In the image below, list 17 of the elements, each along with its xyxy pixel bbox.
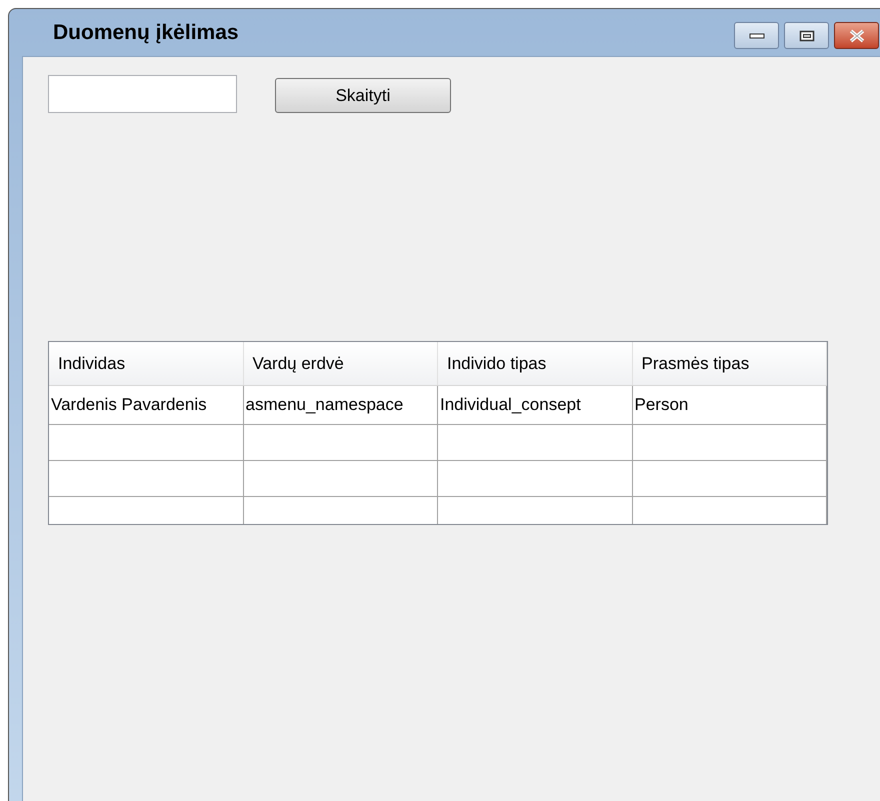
- window-title: Duomenų įkėlimas: [53, 20, 239, 46]
- column-header[interactable]: Individas: [49, 342, 244, 385]
- read-button[interactable]: Skaityti: [275, 78, 451, 113]
- minimize-icon: [748, 32, 764, 38]
- table-cell: Vardenis Pavardenis: [49, 386, 244, 424]
- table-cell: Person: [632, 386, 827, 424]
- column-header[interactable]: Prasmės tipas: [632, 342, 827, 385]
- maximize-icon: [798, 30, 814, 42]
- table-cell: Individual_consept: [438, 386, 632, 424]
- column-header[interactable]: Vardų erdvė: [244, 342, 438, 385]
- column-header[interactable]: Individo tipas: [438, 342, 632, 385]
- input-field[interactable]: [48, 75, 237, 113]
- close-icon: [848, 28, 864, 42]
- close-button[interactable]: [834, 22, 879, 49]
- minimize-button[interactable]: [734, 22, 779, 49]
- table-cell: asmenu_namespace: [244, 386, 438, 424]
- maximize-button[interactable]: [784, 22, 829, 49]
